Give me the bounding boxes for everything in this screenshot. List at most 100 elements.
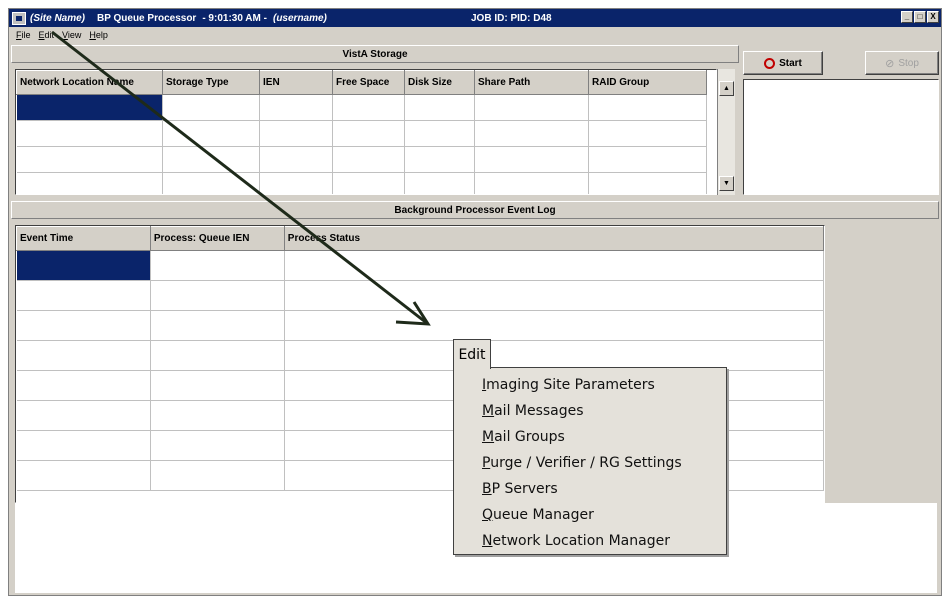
cell[interactable] (150, 280, 285, 311)
cell[interactable] (162, 120, 260, 147)
selected-cell[interactable] (16, 250, 151, 281)
title-username: (username) (272, 12, 327, 24)
col-event-time[interactable]: Event Time (16, 226, 151, 251)
table-row[interactable] (16, 250, 824, 281)
cell[interactable] (474, 120, 589, 147)
cell[interactable] (162, 94, 260, 121)
stop-icon: ⊘ (885, 57, 895, 70)
edit-menu-tab[interactable]: Edit (453, 339, 491, 369)
cell[interactable] (259, 94, 333, 121)
col-process-queue-ien[interactable]: Process: Queue IEN (149, 226, 285, 251)
selected-cell[interactable] (16, 94, 163, 121)
col-process-status[interactable]: Process Status (283, 226, 824, 251)
cell[interactable] (284, 250, 824, 281)
cell[interactable] (150, 400, 285, 431)
col-ien[interactable]: IEN (259, 70, 333, 95)
minimize-button[interactable]: _ (901, 11, 913, 23)
table-row[interactable] (16, 310, 824, 341)
table-row[interactable] (16, 280, 824, 311)
edit-menu-popup: Edit Imaging Site Parameters Mail Messag… (453, 339, 729, 557)
cell[interactable] (16, 120, 163, 147)
cell[interactable] (404, 120, 475, 147)
processor-status-pane (743, 79, 939, 195)
menu-item-mail-groups[interactable]: Mail Groups (454, 424, 726, 450)
cell[interactable] (332, 172, 405, 194)
col-share-path[interactable]: Share Path (474, 70, 589, 95)
title-app-name: BP Queue Processor (97, 12, 197, 24)
cell[interactable] (588, 172, 707, 194)
cell[interactable] (284, 310, 824, 341)
cell[interactable] (404, 146, 475, 173)
cell[interactable] (259, 146, 333, 173)
cell[interactable] (16, 340, 151, 371)
cell[interactable] (284, 280, 824, 311)
cell[interactable] (588, 94, 707, 121)
cell[interactable] (150, 460, 285, 491)
col-storage-type[interactable]: Storage Type (162, 70, 260, 95)
event-log-header: Background Processor Event Log (11, 201, 939, 219)
cell[interactable] (16, 460, 151, 491)
table-row[interactable] (16, 172, 707, 194)
table-row[interactable] (16, 120, 707, 147)
table-row[interactable] (16, 146, 707, 173)
cell[interactable] (404, 94, 475, 121)
cell[interactable] (16, 430, 151, 461)
col-raid-group[interactable]: RAID Group (588, 70, 707, 95)
storage-header-row: Network Location Name Storage Type IEN F… (16, 70, 707, 95)
cell[interactable] (150, 310, 285, 341)
vista-storage-grid[interactable]: Network Location Name Storage Type IEN F… (15, 69, 717, 195)
cell[interactable] (259, 120, 333, 147)
cell[interactable] (16, 400, 151, 431)
menu-item-queue-manager[interactable]: Queue Manager (454, 502, 726, 528)
scroll-down-icon[interactable]: ▼ (719, 176, 734, 191)
menu-edit[interactable]: Edit (35, 30, 59, 40)
cell[interactable] (150, 370, 285, 401)
cell[interactable] (16, 370, 151, 401)
menu-file[interactable]: File (12, 30, 35, 40)
cell[interactable] (474, 94, 589, 121)
col-disk-size[interactable]: Disk Size (404, 70, 475, 95)
cell[interactable] (332, 120, 405, 147)
cell[interactable] (474, 172, 589, 194)
menu-item-purge-verifier-rg-settings[interactable]: Purge / Verifier / RG Settings (454, 450, 726, 476)
cell[interactable] (332, 94, 405, 121)
title-job-id: JOB ID: PID: D48 (471, 12, 552, 24)
menu-item-mail-messages[interactable]: Mail Messages (454, 398, 726, 424)
cell[interactable] (16, 172, 163, 194)
app-icon[interactable] (12, 11, 26, 25)
event-log-header-row: Event Time Process: Queue IEN Process St… (16, 226, 824, 251)
storage-scrollbar[interactable]: ▲ ▼ (717, 69, 735, 195)
menu-item-imaging-site-parameters[interactable]: Imaging Site Parameters (454, 372, 726, 398)
cell[interactable] (588, 146, 707, 173)
stop-button-label: Stop (898, 57, 919, 69)
stop-button[interactable]: ⊘ Stop (865, 51, 939, 75)
col-free-space[interactable]: Free Space (332, 70, 405, 95)
scroll-up-icon[interactable]: ▲ (719, 81, 734, 96)
start-circle-icon (764, 57, 776, 69)
menu-item-network-location-manager[interactable]: Network Location Manager (454, 528, 726, 554)
cell[interactable] (150, 340, 285, 371)
title-site-name: (Site Name) (30, 12, 86, 24)
close-button[interactable]: X (927, 11, 939, 23)
cell[interactable] (332, 146, 405, 173)
cell[interactable] (150, 430, 285, 461)
cell[interactable] (16, 280, 151, 311)
cell[interactable] (259, 172, 333, 194)
menu-item-bp-servers[interactable]: BP Servers (454, 476, 726, 502)
table-row[interactable] (16, 94, 707, 121)
cell[interactable] (588, 120, 707, 147)
cell[interactable] (162, 146, 260, 173)
menu-view[interactable]: View (58, 30, 85, 40)
col-network-location-name[interactable]: Network Location Name (16, 70, 163, 95)
menu-help[interactable]: Help (85, 30, 112, 40)
cell[interactable] (404, 172, 475, 194)
maximize-button[interactable]: □ (914, 11, 926, 23)
cell[interactable] (150, 250, 285, 281)
cell[interactable] (16, 310, 151, 341)
cell[interactable] (162, 172, 260, 194)
title-bar[interactable]: (Site Name) BP Queue Processor - 9:01:30… (9, 9, 941, 27)
cell[interactable] (474, 146, 589, 173)
window-controls: _ □ X (901, 11, 939, 23)
cell[interactable] (16, 146, 163, 173)
start-button[interactable]: Start (743, 51, 823, 75)
